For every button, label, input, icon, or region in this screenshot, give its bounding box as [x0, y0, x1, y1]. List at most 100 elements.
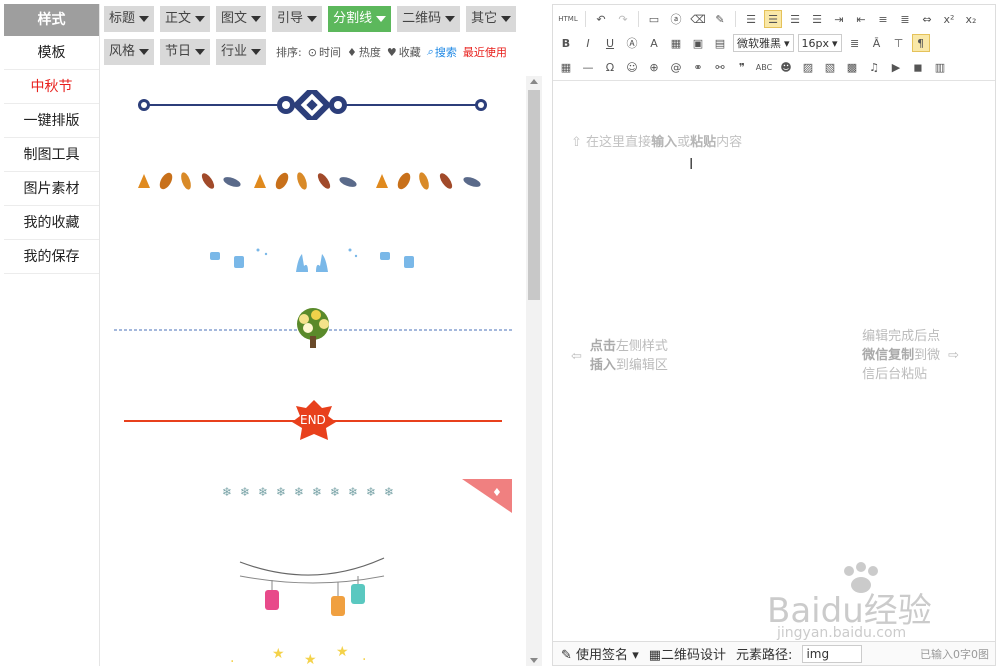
paste-text-icon[interactable]: ⓐ	[667, 10, 685, 28]
link-icon[interactable]: ⚭	[689, 58, 707, 76]
category-image-text[interactable]: 图文	[216, 6, 267, 32]
style-item-stars-divider[interactable]: ★ ★ ★ · ·	[104, 642, 524, 666]
font-color-icon[interactable]: A	[645, 34, 663, 52]
signature-button[interactable]: ✎ 使用签名 ▾	[561, 644, 639, 663]
style-item-leaves-divider[interactable]	[104, 168, 524, 194]
magic-format-icon[interactable]: ✎	[711, 10, 729, 28]
new-document-icon[interactable]: ▭	[645, 10, 663, 28]
align-justify-icon[interactable]: ☰	[808, 10, 826, 28]
line-height-icon[interactable]: ≡	[874, 10, 892, 28]
scroll-down-icon[interactable]	[530, 658, 538, 663]
superscript-icon[interactable]: x²	[940, 10, 958, 28]
paragraph-spacing-icon[interactable]: ≣	[896, 10, 914, 28]
category-qrcode[interactable]: 二维码	[397, 6, 461, 32]
sidebar-item-one-click-layout[interactable]: 一键排版	[4, 104, 99, 138]
redo-icon[interactable]: ↷	[614, 10, 632, 28]
unlink-icon[interactable]: ⚯	[711, 58, 729, 76]
style-item-flower-dashed-divider[interactable]	[104, 304, 524, 350]
sort-bar: 排序: ⊙ 时间 ♦ 热度 ♥ 收藏 ⌕ 搜索 最近使用	[276, 44, 507, 60]
video-icon[interactable]: ▶	[887, 58, 905, 76]
category-body[interactable]: 正文	[160, 6, 211, 32]
category-festival[interactable]: 节日	[160, 39, 211, 65]
font-size-select[interactable]: 16px ▾	[797, 34, 842, 52]
emoji-icon[interactable]: ☺	[623, 58, 641, 76]
category-guide[interactable]: 引导	[272, 6, 323, 32]
text-border-style-icon[interactable]: ▣	[689, 34, 707, 52]
sort-option-label: 收藏	[398, 46, 421, 59]
blockquote-icon[interactable]: ❞	[733, 58, 751, 76]
category-other[interactable]: 其它	[466, 6, 517, 32]
music-icon[interactable]: ♫	[865, 58, 883, 76]
style-item-hanging-lanterns[interactable]	[104, 550, 524, 630]
image-insert-icon[interactable]: ▤	[711, 34, 729, 52]
spellcheck-icon[interactable]: ABC	[755, 58, 773, 76]
bold-icon[interactable]: B	[557, 34, 575, 52]
category-divider[interactable]: 分割线	[328, 6, 392, 32]
paragraph-direction-icon[interactable]: ¶	[911, 34, 930, 52]
align-left-icon[interactable]: ☰	[742, 10, 760, 28]
background-color-icon[interactable]: ▦	[667, 34, 685, 52]
snowflake-divider-graphic: ❄ ❄ ❄ ❄ ❄ ❄ ❄ ❄ ❄ ❄ ♦	[222, 479, 512, 513]
category-title[interactable]: 标题	[104, 6, 155, 32]
indent-icon[interactable]: ⇥	[830, 10, 848, 28]
sidebar-item-mid-autumn[interactable]: 中秋节	[4, 70, 99, 104]
scrollbar-thumb[interactable]	[528, 90, 540, 300]
italic-icon[interactable]: I	[579, 34, 597, 52]
element-path-field[interactable]: img	[802, 644, 863, 663]
align-center-icon[interactable]: ☰	[764, 10, 782, 28]
category-industry[interactable]: 行业	[216, 39, 267, 65]
undo-icon[interactable]: ↶	[592, 10, 610, 28]
frame-icon[interactable]: ▩	[843, 58, 861, 76]
svg-text:❄: ❄	[240, 485, 250, 499]
sidebar-header[interactable]: 样式	[4, 4, 99, 36]
watermark-url: jingyan.baidu.com	[777, 625, 907, 641]
sort-favorites[interactable]: ♥ 收藏	[387, 44, 421, 60]
hint-bold: 点击	[589, 339, 616, 354]
chevron-down-icon	[139, 49, 150, 55]
row-spacing-icon[interactable]: ≣	[846, 34, 864, 52]
style-item-ornament-divider[interactable]	[104, 85, 524, 125]
picture-icon[interactable]: ▨	[799, 58, 817, 76]
vertical-align-icon[interactable]: ⊤	[890, 34, 908, 52]
sort-time[interactable]: ⊙ 时间	[308, 44, 341, 60]
emotion-icon[interactable]: ☻	[777, 58, 795, 76]
svg-text:❄: ❄	[366, 485, 376, 499]
sort-heat[interactable]: ♦ 热度	[347, 44, 381, 60]
style-list-scrollbar[interactable]	[526, 76, 542, 666]
outdent-icon[interactable]: ⇤	[852, 10, 870, 28]
sidebar-item-templates[interactable]: 模板	[4, 36, 99, 70]
hint-text: 到微	[914, 348, 941, 363]
multi-image-icon[interactable]: ▧	[821, 58, 839, 76]
align-right-icon[interactable]: ☰	[786, 10, 804, 28]
sort-option-label: 搜索	[434, 46, 457, 59]
special-chars-icon[interactable]: Ω	[601, 58, 619, 76]
style-item-snowflake-divider[interactable]: ❄ ❄ ❄ ❄ ❄ ❄ ❄ ❄ ❄ ❄ ♦	[104, 476, 524, 516]
template-icon[interactable]: ▥	[931, 58, 949, 76]
font-family-select[interactable]: 微软雅黑 ▾	[733, 34, 794, 52]
sidebar-item-image-assets[interactable]: 图片素材	[4, 172, 99, 206]
horizontal-rule-icon[interactable]: —	[579, 58, 597, 76]
subscript-icon[interactable]: x₂	[962, 10, 980, 28]
sidebar-item-my-favorites[interactable]: 我的收藏	[4, 206, 99, 240]
anchor-icon[interactable]: @	[667, 58, 685, 76]
recent-link[interactable]: 最近使用	[463, 44, 507, 60]
underline-icon[interactable]: U	[601, 34, 619, 52]
sidebar-item-drawing-tools[interactable]: 制图工具	[4, 138, 99, 172]
text-border-icon[interactable]: Ⓐ	[623, 34, 641, 52]
search-link[interactable]: ⌕ 搜索	[427, 44, 457, 60]
html-source-button[interactable]: HTML	[557, 10, 579, 28]
clear-format-icon[interactable]: ⌫	[689, 10, 707, 28]
style-item-end-divider[interactable]: END	[104, 398, 524, 444]
letter-spacing-icon[interactable]: ⇔	[918, 10, 936, 28]
qrcode-design-button[interactable]: ▦二维码设计	[649, 644, 726, 663]
category-style[interactable]: 风格	[104, 39, 155, 65]
search-replace-icon[interactable]: ⊕	[645, 58, 663, 76]
style-item-lantern-rabbit-divider[interactable]	[104, 244, 524, 278]
flower-dashed-graphic	[114, 308, 514, 348]
editor-placeholder[interactable]: ⇧ 在这里直接输入或粘贴内容	[571, 131, 742, 150]
scroll-up-icon[interactable]	[530, 79, 538, 84]
text-transform-icon[interactable]: Ā	[868, 34, 886, 52]
map-icon[interactable]: ◼	[909, 58, 927, 76]
sidebar-item-my-saved[interactable]: 我的保存	[4, 240, 99, 274]
table-icon[interactable]: ▦	[557, 58, 575, 76]
